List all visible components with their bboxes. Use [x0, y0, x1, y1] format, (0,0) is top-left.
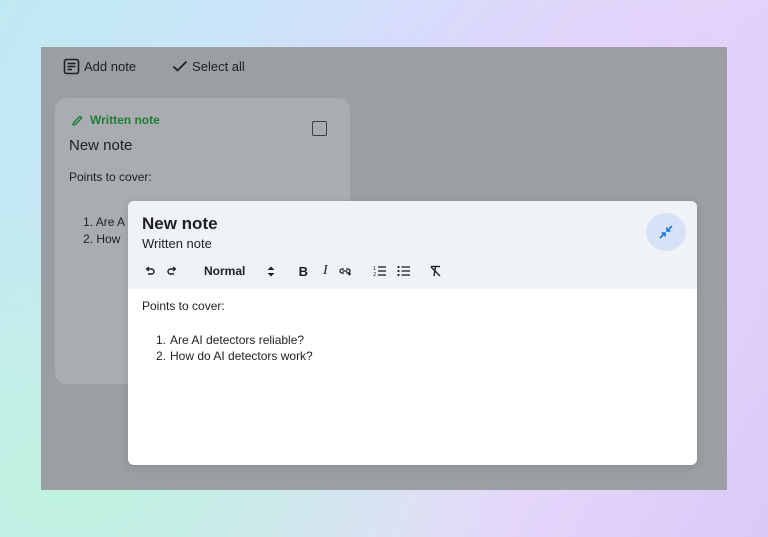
text-style-select[interactable]: Normal	[204, 264, 275, 278]
bulleted-list-icon	[397, 265, 410, 277]
note-editor-modal: New note Written note Normal B I 1 2 Poi…	[128, 201, 697, 465]
note-card-body: Points to cover:	[69, 170, 152, 184]
notes-toolbar: Add note Select all	[41, 47, 727, 85]
note-editor-title[interactable]: New note	[142, 214, 218, 234]
list-item: 2. How	[83, 231, 125, 248]
list-item: 2. How do AI detectors work?	[154, 348, 313, 364]
italic-button[interactable]: I	[317, 263, 333, 279]
add-note-label: Add note	[84, 58, 137, 74]
bulleted-list-button[interactable]	[395, 263, 411, 279]
note-editor-header: New note Written note Normal B I 1 2	[128, 201, 697, 289]
check-icon	[172, 60, 188, 72]
add-note-button[interactable]: Add note	[63, 58, 136, 75]
list-item: 1. Are AI detectors reliable?	[154, 332, 313, 348]
bold-icon: B	[298, 263, 309, 279]
link-button[interactable]	[337, 263, 353, 279]
svg-text:2: 2	[373, 272, 376, 277]
list-item: 1. Are A	[83, 214, 125, 231]
list-item-text: Are A	[95, 215, 126, 229]
numbered-list-icon: 1 2	[373, 266, 386, 277]
list-item-text: Are AI detectors reliable?	[170, 333, 305, 347]
collapse-button[interactable]	[646, 213, 686, 251]
select-all-label: Select all	[192, 58, 245, 74]
note-type-tag: Written note	[71, 113, 160, 127]
select-arrows-icon	[267, 266, 275, 276]
redo-button[interactable]	[164, 263, 180, 279]
note-card-list: 1. Are A 2. How	[83, 214, 125, 248]
italic-icon: I	[323, 263, 328, 278]
numbered-list-button[interactable]: 1 2	[371, 263, 387, 279]
list-item-text: How do AI detectors work?	[170, 349, 313, 363]
note-type-label: Written note	[90, 113, 160, 127]
undo-icon	[145, 266, 155, 275]
clear-format-button[interactable]	[427, 263, 443, 279]
clear-format-icon	[430, 265, 441, 277]
pencil-icon	[72, 115, 83, 126]
collapse-arrows-icon	[659, 225, 673, 239]
list-item-number: 1.	[155, 333, 166, 347]
list-item-number: 1.	[83, 215, 94, 229]
bold-button[interactable]: B	[295, 263, 311, 279]
note-editor-body[interactable]: Points to cover:	[142, 299, 225, 313]
note-select-checkbox[interactable]	[312, 121, 327, 136]
format-toolbar: Normal B I 1 2	[142, 263, 443, 279]
redo-icon	[167, 266, 177, 275]
list-item-text: How	[96, 232, 121, 246]
text-style-value: Normal	[204, 264, 246, 278]
note-editor-list[interactable]: 1. Are AI detectors reliable? 2. How do AI…	[154, 332, 313, 364]
note-editor-subtitle: Written note	[142, 236, 212, 251]
note-add-icon	[63, 58, 80, 74]
list-item-number: 2.	[83, 232, 94, 246]
list-item-number: 2.	[155, 349, 166, 363]
undo-button[interactable]	[142, 263, 158, 279]
link-icon	[339, 268, 352, 276]
select-all-button[interactable]: Select all	[172, 59, 245, 74]
note-card-title: New note	[69, 137, 133, 154]
